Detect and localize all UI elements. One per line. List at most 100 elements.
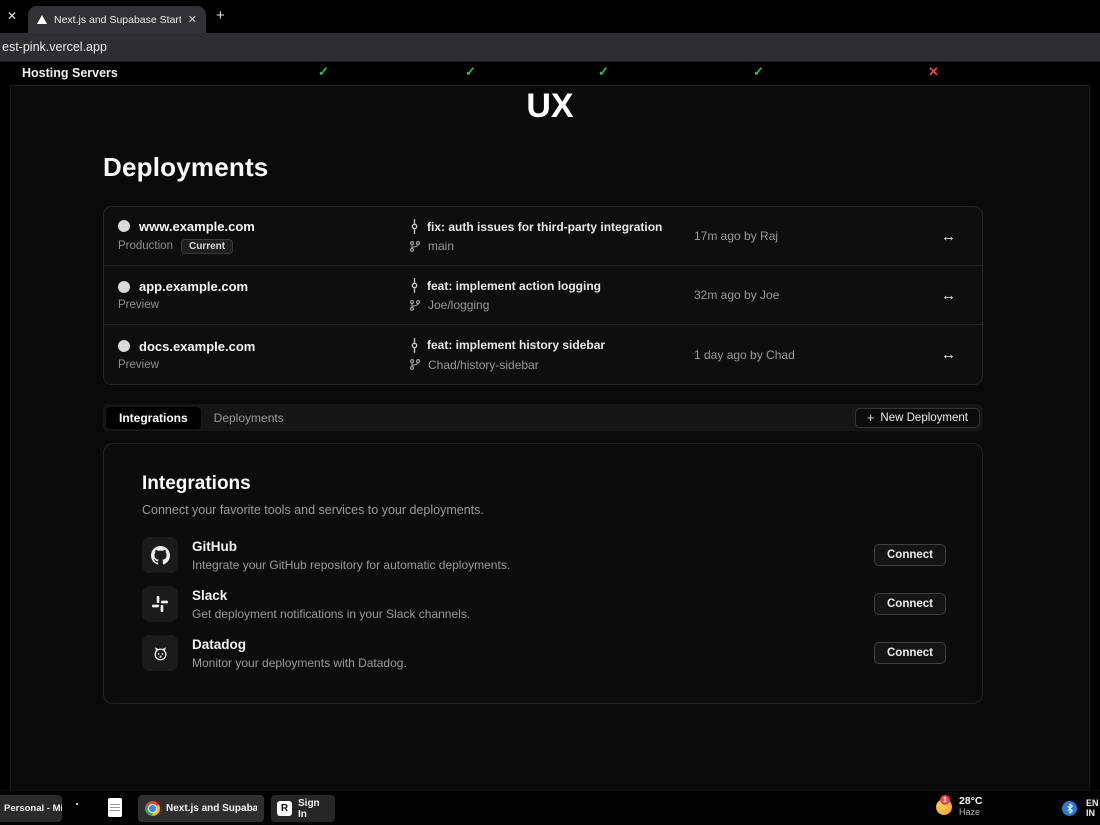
- check-icon: ✓: [465, 64, 476, 79]
- hosting-servers-label: Hosting Servers: [22, 66, 118, 80]
- language-line2: IN: [1086, 808, 1095, 818]
- git-commit-icon: [409, 337, 420, 353]
- integration-name: Datadog: [192, 636, 246, 652]
- browser-tab[interactable]: Next.js and Supabase Starter Ki ✕: [28, 6, 206, 33]
- bluetooth-icon[interactable]: [1062, 801, 1077, 816]
- deployment-site-col: docs.example.com Preview: [118, 339, 409, 371]
- main-section: UX Deployments www.example.com Productio…: [10, 85, 1090, 790]
- taskbar-weather-widget[interactable]: 1 28°C Haze: [936, 795, 983, 818]
- deployment-row[interactable]: www.example.com Production Current fix: …: [104, 207, 982, 266]
- page-viewport: Hosting Servers ✓ ✓ ✓ ✓ ✕ UX Deployments…: [0, 62, 1100, 790]
- cross-icon: ✕: [928, 64, 939, 79]
- datadog-icon: [142, 635, 178, 671]
- integration-description: Integrate your GitHub repository for aut…: [192, 557, 511, 572]
- screen: ✕ Next.js and Supabase Starter Ki ✕ + es…: [0, 0, 1100, 825]
- current-badge: Current: [180, 238, 234, 254]
- taskbar-language-indicator[interactable]: EN IN: [1086, 798, 1099, 818]
- deployment-meta: 32m ago by Joe: [694, 288, 780, 302]
- integration-item-slack: Slack Get deployment notifications in yo…: [142, 586, 946, 622]
- plus-icon: +: [866, 410, 875, 425]
- notepad-taskbar-icon[interactable]: [108, 798, 122, 817]
- git-branch-icon: [409, 240, 421, 253]
- weather-condition: Haze: [959, 807, 981, 817]
- integrations-list: GitHub Integrate your GitHub repository …: [142, 537, 946, 671]
- commit-message: feat: implement action logging: [427, 278, 602, 293]
- new-deployment-button[interactable]: + New Deployment: [854, 407, 980, 428]
- deployment-commit-col: feat: implement history sidebar Chad/his…: [409, 337, 694, 372]
- git-commit-icon: [409, 219, 420, 234]
- branch-name: Joe/logging: [428, 298, 490, 312]
- integration-name: GitHub: [192, 538, 237, 554]
- deployment-meta: 1 day ago by Chad: [694, 347, 795, 362]
- browser-tab-strip: ✕ Next.js and Supabase Starter Ki ✕ +: [0, 0, 1100, 33]
- commit-message: fix: auth issues for third-party integra…: [427, 219, 663, 234]
- integration-item-datadog: Datadog Monitor your deployments with Da…: [142, 635, 946, 671]
- integrations-title: Integrations: [142, 473, 251, 494]
- close-icon[interactable]: ✕: [7, 9, 17, 23]
- taskbar-profile-button[interactable]: Personal - Mi: [0, 795, 62, 822]
- slack-icon: [142, 586, 178, 622]
- connect-datadog-button[interactable]: Connect: [874, 642, 946, 664]
- tab-deployments[interactable]: Deployments: [201, 407, 297, 429]
- check-icon: ✓: [753, 64, 764, 79]
- integrations-panel: Integrations Connect your favorite tools…: [103, 443, 983, 704]
- notification-badge: 1: [940, 795, 950, 805]
- new-deployment-label: New Deployment: [880, 411, 968, 424]
- integration-description: Monitor your deployments with Datadog.: [192, 655, 407, 670]
- swap-arrow-icon[interactable]: ↔: [941, 228, 968, 245]
- tab-integrations[interactable]: Integrations: [106, 406, 201, 429]
- profile-label: Personal - Mi: [4, 803, 62, 814]
- tab-close-icon[interactable]: ✕: [188, 13, 197, 26]
- hero-heading: UX: [526, 87, 574, 125]
- active-window-label: Next.js and Supabase St: [166, 803, 257, 814]
- branch-name: main: [428, 239, 455, 253]
- deployment-domain: app.example.com: [139, 279, 249, 294]
- deployment-domain: www.example.com: [139, 218, 255, 234]
- deployment-row[interactable]: docs.example.com Preview feat: implement…: [104, 325, 982, 384]
- section-tabs: Integrations Deployments + New Deploymen…: [103, 404, 983, 431]
- deployment-domain: docs.example.com: [139, 338, 256, 354]
- r-app-icon: R: [277, 801, 292, 816]
- url-text: est-pink.vercel.app: [2, 40, 107, 54]
- deployment-environment: Preview: [118, 299, 159, 311]
- check-icon: ✓: [598, 64, 609, 79]
- deployments-heading: Deployments: [103, 152, 269, 182]
- git-branch-icon: [409, 358, 421, 371]
- integration-item-github: GitHub Integrate your GitHub repository …: [142, 537, 946, 573]
- language-line1: EN: [1086, 798, 1099, 808]
- sun-icon: 1: [936, 795, 952, 815]
- status-dot-icon: [118, 220, 130, 232]
- integration-description: Get deployment notifications in your Sla…: [192, 606, 471, 621]
- branch-name: Chad/history-sidebar: [428, 357, 539, 372]
- tab-title: Next.js and Supabase Starter Ki: [54, 13, 181, 26]
- connect-slack-button[interactable]: Connect: [874, 593, 946, 615]
- status-dot-icon: [118, 340, 130, 352]
- swap-arrow-icon[interactable]: ↔: [941, 346, 968, 363]
- content-column: Deployments www.example.com Production C…: [103, 152, 983, 704]
- taskbar-active-window[interactable]: Next.js and Supabase St: [138, 795, 264, 822]
- weather-temperature: 28°C: [959, 795, 983, 807]
- deployment-environment: Preview: [118, 358, 159, 371]
- address-bar[interactable]: est-pink.vercel.app: [0, 33, 1100, 62]
- comparison-row-hosting-servers: Hosting Servers ✓ ✓ ✓ ✓ ✕: [0, 62, 1100, 85]
- integrations-subtitle: Connect your favorite tools and services…: [142, 503, 484, 517]
- commit-message: feat: implement history sidebar: [427, 338, 606, 352]
- git-commit-icon: [409, 278, 420, 293]
- deployment-environment: Production: [118, 240, 173, 252]
- deployment-site-col: www.example.com Production Current: [118, 219, 409, 254]
- check-icon: ✓: [318, 64, 329, 79]
- deployment-row[interactable]: app.example.com Preview feat: implement …: [104, 266, 982, 325]
- vercel-favicon-icon: [37, 15, 47, 24]
- taskbar-signin-window[interactable]: R Sign In: [271, 795, 335, 822]
- taskbar: Personal - Mi Next.js and Supabase St R …: [0, 790, 1100, 825]
- deployment-meta: 17m ago by Raj: [694, 229, 779, 243]
- connect-github-button[interactable]: Connect: [874, 544, 946, 566]
- sign-in-label: Sign In: [298, 797, 320, 820]
- status-dot-icon: [118, 280, 130, 293]
- deployment-commit-col: feat: implement action logging Joe/loggi…: [409, 278, 694, 312]
- chrome-icon: [145, 801, 160, 816]
- github-icon: [142, 537, 178, 573]
- git-branch-icon: [409, 299, 421, 312]
- swap-arrow-icon[interactable]: ↔: [941, 287, 968, 304]
- new-tab-button[interactable]: +: [216, 7, 225, 24]
